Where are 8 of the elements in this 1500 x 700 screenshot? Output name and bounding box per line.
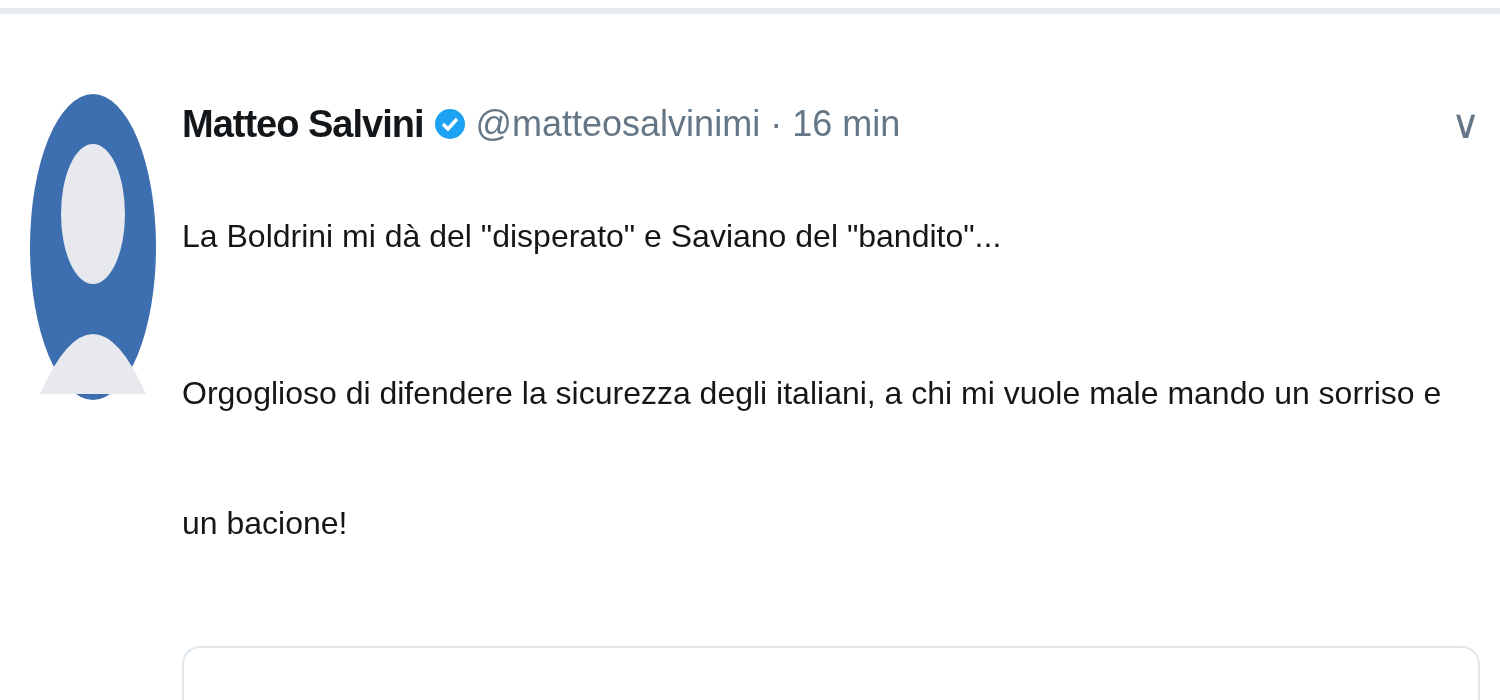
timestamp[interactable]: 16 min: [792, 103, 901, 145]
author-name[interactable]: Matteo Salvini: [182, 102, 424, 146]
preview-card[interactable]: [182, 646, 1480, 700]
tweet-text: La Boldrini mi dà del "disperato" e Saviano del "bandito"...: [182, 217, 1003, 256]
author-handle[interactable]: @matteosalvinimi: [475, 103, 761, 145]
tweet-text: Orgoglioso di difendere la sicurezza degli italiani, a chi mi vuole male mando un sorriso e un bacione!: [182, 374, 1443, 543]
chevron-icon[interactable]: ∨: [1451, 101, 1490, 147]
separator: ·: [770, 103, 783, 145]
